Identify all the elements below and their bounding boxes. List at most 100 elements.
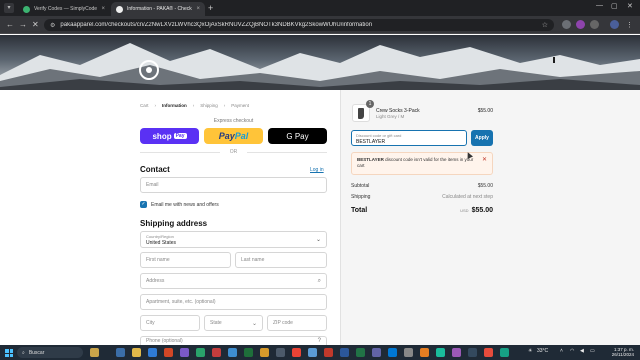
wifi-icon[interactable]: ◠ [570,348,574,354]
breadcrumb-separator: › [192,103,195,108]
app-icon[interactable] [164,348,173,357]
app-icon[interactable] [372,348,381,357]
paka-favicon-icon [116,5,123,13]
address-field[interactable]: Address ⌕ [140,273,327,289]
checkbox-checked-icon[interactable]: ✓ [140,201,147,208]
first-name-field[interactable]: First name [140,252,231,268]
app-icon[interactable] [180,348,189,357]
close-tab-icon[interactable]: × [196,6,200,12]
shipping-label: Shipping [351,194,371,200]
task-view-icon[interactable] [116,348,125,357]
tab-title: Information - PAKA® - Checkout [127,6,193,12]
country-label: Country/Region [146,233,174,239]
excel-icon[interactable] [356,348,365,357]
or-divider: OR [140,149,327,155]
city-field[interactable]: City [140,315,200,331]
express-checkout-label: Express checkout [213,118,254,124]
extension-icon[interactable] [576,20,585,29]
app-icon[interactable] [468,348,477,357]
app-icon[interactable] [260,348,269,357]
app-icon[interactable] [244,348,253,357]
app-icon[interactable] [228,348,237,357]
state-select[interactable]: State ⌄ [204,315,263,331]
discount-code-field[interactable]: Discount code or gift card BESTLAYER [351,130,467,146]
close-tab-icon[interactable]: × [101,6,105,12]
battery-icon[interactable]: ▭ [590,348,595,354]
app-icon[interactable] [212,348,221,357]
login-link[interactable]: Log in [310,167,324,173]
app-icon[interactable] [308,348,317,357]
app-icon[interactable] [420,348,429,357]
reload-icon[interactable]: ✕ [32,19,39,31]
app-icon[interactable] [436,348,445,357]
tab-simplycodes[interactable]: Verify Codes — SimplyCodes × [18,2,110,16]
tray-chevron-icon[interactable]: ˄ [560,348,563,354]
sock-icon [358,108,364,119]
forward-icon[interactable]: → [19,19,27,31]
extensions-puzzle-icon[interactable] [590,20,599,29]
close-window-icon[interactable]: ✕ [627,2,633,10]
last-name-field[interactable]: Last name [235,252,327,268]
zip-field[interactable]: ZIP code [267,315,327,331]
windows-start-icon[interactable] [5,349,13,357]
google-pay-text: G Pay [286,131,309,141]
email-field[interactable]: Email [140,177,327,193]
tab-search-icon[interactable]: ▾ [4,3,14,13]
shop-pay-text: shop [152,131,172,141]
apply-button[interactable]: Apply [471,130,493,146]
address-bar: ← → ✕ ⚙ pakaapparel.com/checkouts/cn/Z2N… [0,16,640,34]
edge-icon[interactable] [148,348,157,357]
bookmark-star-icon[interactable]: ☆ [542,21,548,29]
newsletter-checkbox-row[interactable]: ✓ Email me with news and offers [140,201,219,208]
weather-icon[interactable]: ☀ [528,348,532,354]
country-select[interactable]: Country/Region United States ⌄ [140,231,327,248]
volume-icon[interactable]: ◀ [580,348,584,354]
phone-field[interactable]: Phone (optional) ? [140,336,327,345]
subtotal-label: Subtotal [351,183,370,189]
site-info-icon[interactable]: ⚙ [50,22,55,29]
menu-kebab-icon[interactable]: ⋮ [626,20,633,32]
google-pay-button[interactable]: G Pay [268,128,327,144]
app-icon[interactable] [500,348,509,357]
breadcrumb-payment: Payment [231,103,250,108]
shop-pay-badge: Pay [173,133,187,139]
tab-checkout[interactable]: Information - PAKA® - Checkout × [111,2,205,16]
extension-icon[interactable] [562,20,571,29]
help-icon[interactable]: ? [318,338,321,344]
breadcrumb-cart[interactable]: Cart [140,103,149,108]
close-icon[interactable]: ✕ [482,157,487,163]
tab-title: Verify Codes — SimplyCodes [34,6,98,12]
taskbar-search[interactable]: ⌕ Buscar [17,347,83,358]
file-explorer-icon[interactable] [132,348,141,357]
paka-logo[interactable] [139,60,159,80]
word-icon[interactable] [340,348,349,357]
maximize-icon[interactable]: ▢ [611,2,618,10]
new-tab-button[interactable]: + [208,2,213,14]
app-icon[interactable] [388,348,397,357]
app-icon[interactable] [196,348,205,357]
clock[interactable]: 1:37 p. m. 26/11/2024 [600,347,634,357]
product-price: $55.00 [477,108,493,114]
app-icon[interactable] [484,348,493,357]
back-icon[interactable]: ← [6,19,14,31]
minimize-icon[interactable]: — [596,2,603,9]
paypal-button[interactable]: Pay Pal [204,128,263,144]
widget-icon[interactable] [90,348,99,357]
app-icon[interactable] [404,348,413,357]
app-icon[interactable] [452,348,461,357]
subtotal-value: $55.00 [477,183,493,189]
shop-pay-button[interactable]: shop Pay [140,128,199,144]
url-field[interactable]: ⚙ pakaapparel.com/checkouts/cn/Z2NwLXVzL… [44,19,554,31]
app-icon[interactable] [276,348,285,357]
chrome-icon[interactable] [292,348,301,357]
breadcrumb-shipping: Shipping [200,103,218,108]
last-name-placeholder: Last name [241,257,265,263]
taskbar-search-label: Buscar [28,349,45,356]
temperature: 33°C [537,348,549,354]
profile-avatar[interactable] [610,20,619,29]
apartment-field[interactable]: Apartment, suite, etc. (optional) [140,294,327,310]
breadcrumb: Cart › Information › Shipping › Payment [140,103,249,108]
app-icon[interactable] [324,348,333,357]
alert-code: BESTLAYER [357,157,384,162]
simplycodes-favicon-icon [23,5,30,13]
